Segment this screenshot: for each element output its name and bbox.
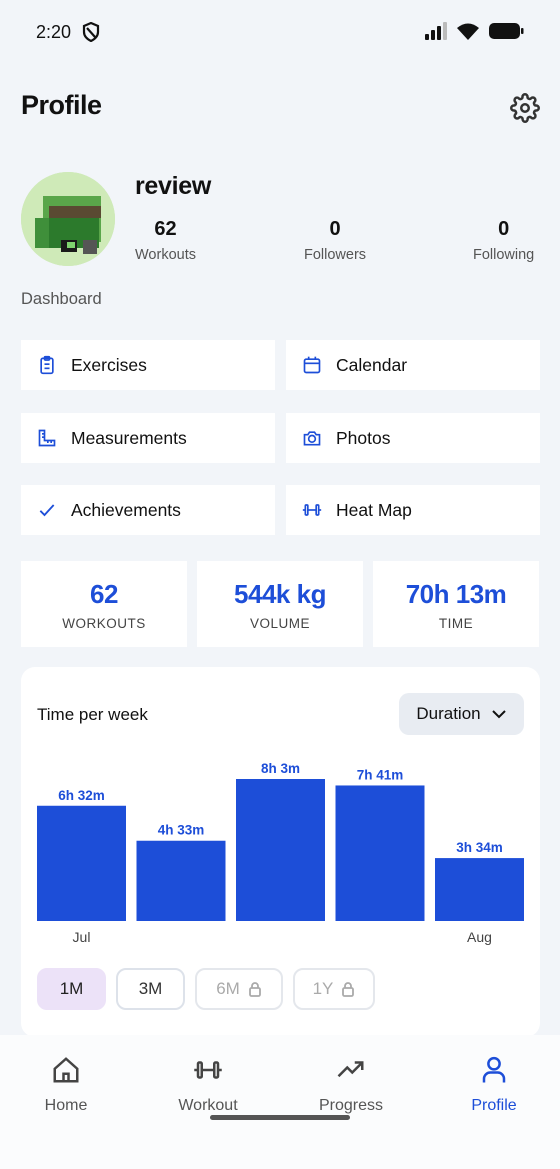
home-icon (53, 1057, 79, 1083)
stat-label: Following (473, 247, 535, 263)
stat-followers[interactable]: 0 Followers (304, 218, 366, 263)
stat-value: 62 (154, 218, 177, 240)
tile-calendar[interactable]: Calendar (286, 340, 540, 390)
metric-caption: VOLUME (249, 616, 310, 631)
nav-label: Home (44, 1097, 88, 1114)
avatar-image (21, 172, 115, 266)
bar-data-label: 4h 33m (158, 823, 205, 838)
tile-achievements[interactable]: Achievements (21, 485, 275, 535)
x-tick-label: Jul (73, 929, 91, 945)
status-indicators (424, 22, 524, 40)
dropdown-label: Duration (416, 704, 481, 723)
metric-workouts: 62 WORKOUTS (21, 561, 187, 647)
x-tick-label: Aug (467, 929, 492, 945)
tile-measurements[interactable]: Measurements (21, 413, 275, 463)
wifi-icon (457, 23, 479, 40)
stat-workouts[interactable]: 62 Workouts (135, 218, 196, 263)
tile-exercises[interactable]: Exercises (21, 340, 275, 390)
metric-value: 70h 13m (405, 579, 507, 609)
signal-icon (425, 22, 447, 40)
bar-1 (136, 840, 226, 921)
nav-profile[interactable]: Profile (434, 1055, 554, 1115)
stat-value: 0 (329, 218, 341, 240)
gear-icon[interactable] (510, 93, 540, 123)
clipboard-list-icon (40, 355, 54, 375)
bottom-nav: Home Workout Progress Profile (0, 1035, 560, 1169)
range-6m-button[interactable]: 6M (195, 968, 283, 1010)
bar-0 (37, 805, 126, 921)
stat-label: Workouts (135, 247, 196, 263)
dumbbell-icon (302, 504, 322, 516)
tile-label: Photos (336, 427, 391, 448)
bar-2 (236, 779, 325, 921)
range-1y-button[interactable]: 1Y (293, 968, 375, 1010)
dumbbell-icon (194, 1061, 222, 1079)
user-icon (482, 1056, 506, 1083)
tile-heat-map[interactable]: Heat Map (286, 485, 540, 535)
tile-label: Achievements (71, 499, 181, 520)
bar-data-label: 7h 41m (357, 767, 404, 782)
ruler-icon (38, 429, 56, 447)
nav-progress[interactable]: Progress (291, 1055, 411, 1115)
battery-icon (489, 23, 524, 39)
page-header: Profile (21, 90, 540, 130)
nav-label: Profile (471, 1097, 517, 1114)
bar-data-label: 6h 32m (58, 788, 105, 803)
duration-dropdown[interactable]: Duration (399, 693, 524, 735)
nav-home[interactable]: Home (6, 1055, 126, 1115)
stat-label: Followers (304, 247, 367, 263)
tile-photos[interactable]: Photos (286, 413, 540, 463)
bar-3 (335, 785, 425, 921)
metric-value: 62 (90, 579, 118, 609)
range-label: 6M (216, 979, 240, 998)
metric-caption: WORKOUTS (62, 616, 146, 631)
nav-workout[interactable]: Workout (148, 1055, 268, 1115)
range-label: 3M (138, 979, 163, 998)
username: review (135, 172, 212, 200)
bar-data-label: 3h 34m (456, 840, 503, 855)
status-time: 2:20 (36, 22, 72, 42)
stat-following[interactable]: 0 Following (473, 218, 534, 263)
bar-chart: 6h 32m Jul 4h 33m 8h 3m 7h 41m 3h 34m Aug (37, 761, 524, 945)
bar-4 (435, 858, 524, 921)
chart-title: Time per week (37, 705, 148, 724)
dashboard-label: Dashboard (21, 290, 102, 308)
bar-data-label: 8h 3m (261, 761, 300, 776)
tile-label: Exercises (71, 354, 147, 375)
range-label: 1M (59, 979, 84, 998)
avatar[interactable] (21, 172, 115, 266)
page-title: Profile (21, 90, 102, 120)
check-icon (39, 504, 55, 517)
shield-icon (82, 22, 100, 42)
chevron-down-icon (491, 710, 506, 719)
status-bar: 2:20 (0, 0, 560, 66)
range-label: 1Y (312, 979, 334, 998)
home-indicator[interactable] (210, 1115, 350, 1120)
metric-caption: TIME (438, 616, 474, 631)
camera-icon (303, 431, 321, 446)
lock-icon (342, 982, 355, 997)
trending-up-icon (337, 1061, 364, 1078)
metric-volume: 544k kg VOLUME (197, 561, 363, 647)
tile-label: Calendar (336, 354, 408, 375)
nav-label: Workout (178, 1097, 238, 1114)
tile-label: Measurements (71, 427, 187, 448)
metric-value: 544k kg (234, 579, 326, 609)
calendar-icon (303, 356, 321, 374)
chart-card: Time per week Duration 6h 32m Jul 4h 33m 8h… (21, 667, 540, 1037)
metric-time: 70h 13m TIME (373, 561, 539, 647)
nav-label: Progress (318, 1097, 384, 1114)
lock-icon (248, 982, 261, 997)
range-1m-button[interactable]: 1M (37, 968, 106, 1010)
range-3m-button[interactable]: 3M (116, 968, 185, 1010)
tile-label: Heat Map (336, 499, 412, 520)
stat-value: 0 (498, 218, 510, 240)
